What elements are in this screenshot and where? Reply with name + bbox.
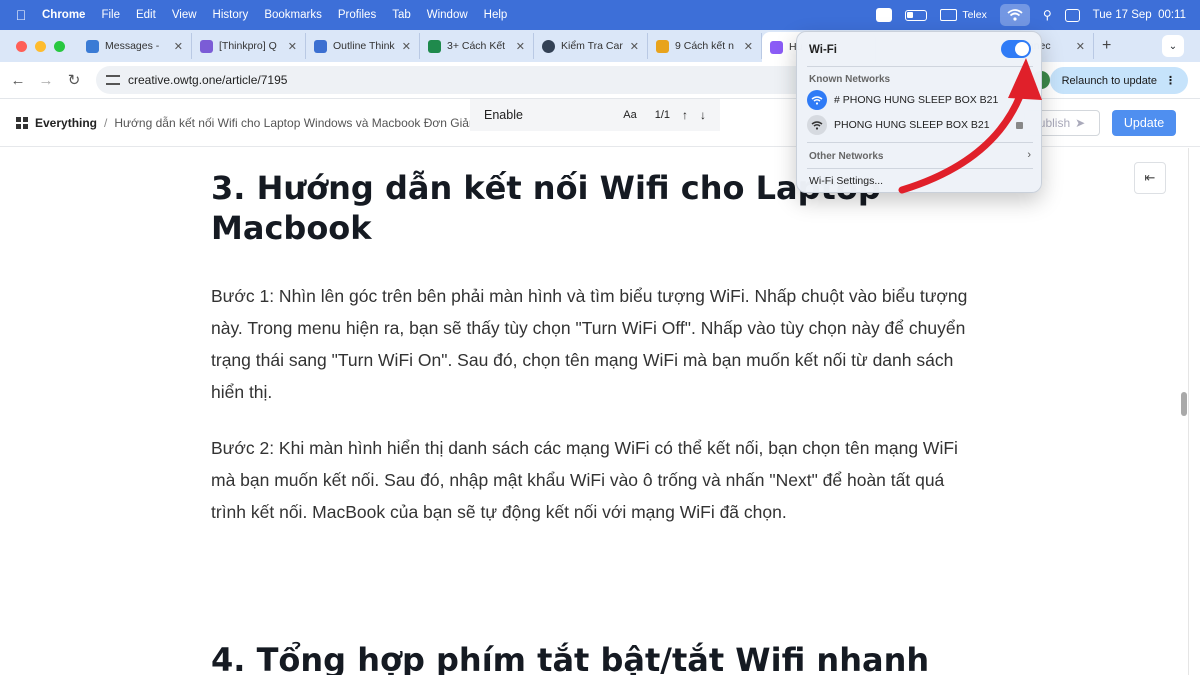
find-prev-arrow-icon[interactable]: ↑: [682, 108, 688, 122]
collapse-sidebar-icon[interactable]: ⇤: [1134, 162, 1166, 194]
tab-favicon: [200, 39, 213, 53]
close-tab-icon[interactable]: ✕: [288, 40, 297, 53]
battery-icon[interactable]: [905, 9, 928, 21]
breadcrumb-page: Hướng dẫn kết nối Wifi cho Laptop Window…: [114, 115, 476, 130]
lock-icon: [1016, 121, 1023, 129]
close-tab-icon[interactable]: ✕: [1076, 40, 1085, 53]
network-item[interactable]: PHONG HUNG SLEEP BOX B21: [807, 114, 1033, 136]
menu-bar:  Chrome File Edit View History Bookmark…: [0, 0, 1200, 30]
zoom-window-button[interactable]: [54, 40, 65, 52]
wifi-title: Wi-Fi: [809, 44, 837, 56]
apple-icon[interactable]: : [0, 7, 42, 23]
reload-icon[interactable]: ↻: [60, 71, 88, 89]
window-controls: [0, 40, 78, 52]
tab-favicon: [656, 39, 669, 53]
tab-search-chevron-icon[interactable]: ⌄: [1162, 35, 1184, 57]
screen:  Chrome File Edit View History Bookmark…: [0, 0, 1200, 675]
menu-file[interactable]: File: [93, 9, 128, 21]
menubar-datetime[interactable]: Tue 17 Sep 00:11: [1093, 9, 1186, 21]
more-menu-icon[interactable]: ⋮: [1165, 74, 1176, 87]
other-networks-label[interactable]: Other Networks: [809, 151, 883, 162]
menu-profiles[interactable]: Profiles: [330, 9, 384, 21]
article-paragraph-2[interactable]: Bước 2: Khi màn hình hiển thị danh sách …: [211, 432, 971, 528]
menu-view[interactable]: View: [164, 9, 205, 21]
tab-favicon: [542, 39, 555, 53]
tab-favicon: [770, 40, 783, 54]
menu-edit[interactable]: Edit: [128, 9, 164, 21]
menu-list: Chrome File Edit View History Bookmarks …: [42, 9, 515, 21]
wifi-signal-icon: [807, 115, 827, 135]
menu-tab[interactable]: Tab: [384, 9, 419, 21]
back-arrow-icon[interactable]: ←: [4, 72, 32, 89]
tab-favicon: [428, 39, 441, 53]
toggle-knob: [1015, 42, 1029, 56]
status-area: Telex ⚲ Tue 17 Sep 00:11: [863, 0, 1200, 30]
tab-favicon: [86, 39, 99, 53]
article-heading-4[interactable]: 4. Tổng hợp phím tắt bật/tắt Wifi nhanh: [211, 640, 971, 675]
known-networks-label: Known Networks: [809, 74, 891, 85]
article-paragraph-1[interactable]: Bước 1: Nhìn lên góc trên bên phải màn h…: [211, 280, 971, 408]
match-case-icon[interactable]: Aa: [623, 109, 636, 121]
url-text: creative.owtg.one/article/7195: [128, 73, 288, 87]
grid-icon[interactable]: [16, 116, 28, 129]
site-info-icon[interactable]: [106, 75, 120, 85]
tab-thinkpro[interactable]: [Thinkpro] Q ✕: [192, 33, 306, 59]
url-field[interactable]: creative.owtg.one/article/7195: [96, 66, 816, 94]
tab-outline[interactable]: Outline Think ✕: [306, 33, 420, 59]
send-icon: ➤: [1075, 116, 1086, 130]
network-item-connected[interactable]: # PHONG HUNG SLEEP BOX B21: [807, 89, 1033, 111]
spotlight-icon[interactable]: ⚲: [1043, 8, 1052, 22]
forward-arrow-icon[interactable]: →: [32, 72, 60, 89]
menu-window[interactable]: Window: [419, 9, 476, 21]
scrollbar-thumb[interactable]: [1181, 392, 1187, 416]
minimize-window-button[interactable]: [35, 40, 46, 52]
find-count: 1/1: [654, 109, 670, 121]
tab-3-cach[interactable]: 3+ Cách Kết ✕: [420, 33, 534, 59]
menu-history[interactable]: History: [205, 9, 257, 21]
divider: [807, 66, 1033, 67]
close-window-button[interactable]: [16, 40, 27, 52]
tab-kiem-tra[interactable]: Kiểm Tra Car ✕: [534, 33, 648, 59]
scroll-track: [1188, 148, 1200, 675]
find-next-arrow-icon[interactable]: ↓: [700, 108, 706, 122]
network-name: # PHONG HUNG SLEEP BOX B21: [834, 94, 999, 106]
network-name: PHONG HUNG SLEEP BOX B21: [834, 119, 990, 131]
divider: [807, 142, 1033, 143]
close-tab-icon[interactable]: ✕: [630, 40, 639, 53]
keyboard-input-icon[interactable]: [940, 9, 958, 21]
close-tab-icon[interactable]: ✕: [516, 40, 525, 53]
wifi-menu-panel: Wi-Fi Known Networks # PHONG HUNG SLEEP …: [796, 31, 1042, 193]
close-tab-icon[interactable]: ✕: [174, 40, 183, 53]
wifi-menu-icon[interactable]: [999, 4, 1030, 26]
wifi-signal-icon: [807, 90, 827, 110]
close-tab-icon[interactable]: ✕: [402, 40, 411, 53]
breadcrumb-separator: /: [104, 115, 108, 130]
wifi-settings-item[interactable]: Wi-Fi Settings...: [809, 175, 883, 187]
menu-bookmarks[interactable]: Bookmarks: [256, 9, 330, 21]
menu-app-chrome[interactable]: Chrome: [42, 9, 93, 21]
input-method-label[interactable]: Telex: [962, 9, 987, 21]
relaunch-button[interactable]: Relaunch to update ⋮: [1049, 67, 1188, 94]
tab-messages[interactable]: Messages - ✕: [78, 33, 192, 59]
find-input[interactable]: Enable: [484, 108, 523, 122]
update-button[interactable]: Update: [1112, 110, 1176, 136]
control-center-icon[interactable]: [1064, 8, 1080, 22]
find-bar: Enable Aa 1/1 ↑ ↓: [470, 99, 720, 131]
tab-9-cach[interactable]: 9 Cách kết n ✕: [648, 33, 762, 59]
article-editor: 3. Hướng dẫn kết nối Wifi cho Laptop Mac…: [0, 148, 1200, 675]
new-tab-button[interactable]: +: [1102, 37, 1111, 55]
divider: [807, 168, 1033, 169]
breadcrumb-root[interactable]: Everything: [35, 116, 97, 130]
close-tab-icon[interactable]: ✕: [744, 40, 753, 53]
wifi-toggle[interactable]: [1001, 40, 1031, 58]
tab-favicon: [314, 39, 327, 53]
chevron-right-icon[interactable]: ›: [1027, 149, 1031, 161]
menu-help[interactable]: Help: [476, 9, 516, 21]
security-check-icon[interactable]: [876, 8, 893, 22]
